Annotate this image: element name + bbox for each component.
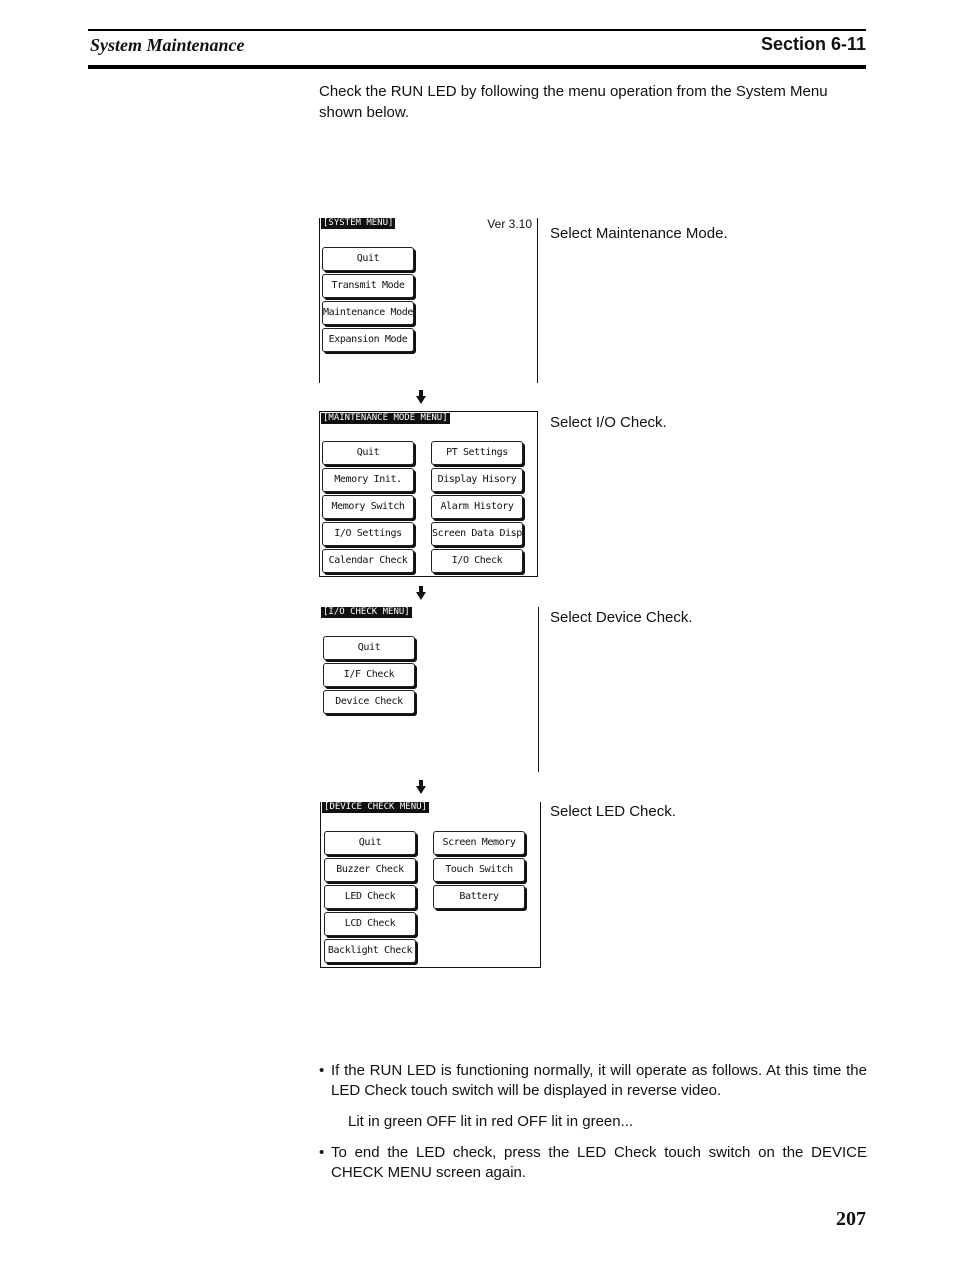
step-caption: Select Device Check. — [550, 609, 693, 626]
screen-left-border — [320, 802, 321, 968]
io-settings-button[interactable]: I/O Settings — [322, 522, 414, 546]
note-item: • If the RUN LED is functioning normally… — [319, 1061, 867, 1101]
if-check-button[interactable]: I/F Check — [323, 663, 415, 687]
bullet-icon: • — [319, 1144, 325, 1161]
quit-button[interactable]: Quit — [323, 636, 415, 660]
device-check-button[interactable]: Device Check — [323, 690, 415, 714]
expansion-mode-button[interactable]: Expansion Mode — [322, 328, 414, 352]
quit-button[interactable]: Quit — [324, 831, 416, 855]
version-label: Ver 3.10 — [487, 217, 532, 231]
page-number: 207 — [836, 1208, 866, 1230]
battery-button[interactable]: Battery — [433, 885, 525, 909]
buzzer-check-button[interactable]: Buzzer Check — [324, 858, 416, 882]
screen-right-border — [537, 218, 538, 383]
alarm-history-button[interactable]: Alarm History — [431, 495, 523, 519]
note-item: • To end the LED check, press the LED Ch… — [319, 1143, 867, 1183]
notes-list: • If the RUN LED is functioning normally… — [319, 1061, 867, 1183]
backlight-check-button[interactable]: Backlight Check — [324, 939, 416, 963]
page-header: System Maintenance Section 6-11 — [88, 29, 866, 69]
screen-right-border — [538, 607, 539, 772]
down-arrow-icon — [416, 390, 426, 404]
note-text: To end the LED check, press the LED Chec… — [331, 1144, 867, 1181]
system-menu-screen: [SYSTEM MENU] Ver 3.10 Quit Transmit Mod… — [319, 217, 538, 383]
pt-settings-button[interactable]: PT Settings — [431, 441, 523, 465]
transmit-mode-button[interactable]: Transmit Mode — [322, 274, 414, 298]
display-history-button[interactable]: Display Hisory — [431, 468, 523, 492]
bullet-icon: • — [319, 1062, 325, 1079]
memory-init-button[interactable]: Memory Init. — [322, 468, 414, 492]
device-check-menu-screen: [DEVICE CHECK MENU] Quit Buzzer Check LE… — [320, 802, 541, 968]
screen-right-border — [540, 802, 541, 968]
note-text: If the RUN LED is functioning normally, … — [331, 1062, 867, 1099]
step-caption: Select I/O Check. — [550, 414, 667, 431]
io-check-menu-screen: [I/O CHECK MENU] Quit I/F Check Device C… — [319, 607, 539, 772]
down-arrow-icon — [416, 780, 426, 794]
touch-switch-button[interactable]: Touch Switch — [433, 858, 525, 882]
intro-paragraph: Check the RUN LED by following the menu … — [319, 83, 828, 121]
memory-switch-button[interactable]: Memory Switch — [322, 495, 414, 519]
section-number: Section 6-11 — [760, 34, 866, 54]
screen-left-border — [319, 411, 320, 577]
led-check-button[interactable]: LED Check — [324, 885, 416, 909]
lcd-check-button[interactable]: LCD Check — [324, 912, 416, 936]
screen-title: [I/O CHECK MENU] — [321, 607, 412, 618]
screen-top-border — [319, 411, 538, 412]
quit-button[interactable]: Quit — [322, 247, 414, 271]
screen-title: [DEVICE CHECK MENU] — [322, 802, 429, 813]
screen-title: [MAINTENANCE MODE MENU] — [321, 413, 450, 424]
maintenance-mode-menu-screen: [MAINTENANCE MODE MENU] Quit Memory Init… — [319, 411, 538, 577]
chapter-title: System Maintenance — [90, 35, 245, 55]
screen-data-disp-button[interactable]: Screen Data Disp. — [431, 522, 523, 546]
maintenance-mode-button[interactable]: Maintenance Mode — [322, 301, 414, 325]
screen-bottom-border — [319, 576, 538, 577]
screen-right-border — [537, 411, 538, 577]
led-sequence: Lit in green OFF lit in red OFF lit in g… — [348, 1113, 634, 1130]
screen-bottom-border — [320, 967, 541, 968]
io-check-button[interactable]: I/O Check — [431, 549, 523, 573]
screen-left-border — [319, 218, 320, 383]
screen-memory-button[interactable]: Screen Memory — [433, 831, 525, 855]
quit-button[interactable]: Quit — [322, 441, 414, 465]
calendar-check-button[interactable]: Calendar Check — [322, 549, 414, 573]
down-arrow-icon — [416, 586, 426, 600]
step-caption: Select LED Check. — [550, 803, 676, 820]
screen-title: [SYSTEM MENU] — [321, 218, 396, 229]
step-caption: Select Maintenance Mode. — [550, 225, 728, 242]
